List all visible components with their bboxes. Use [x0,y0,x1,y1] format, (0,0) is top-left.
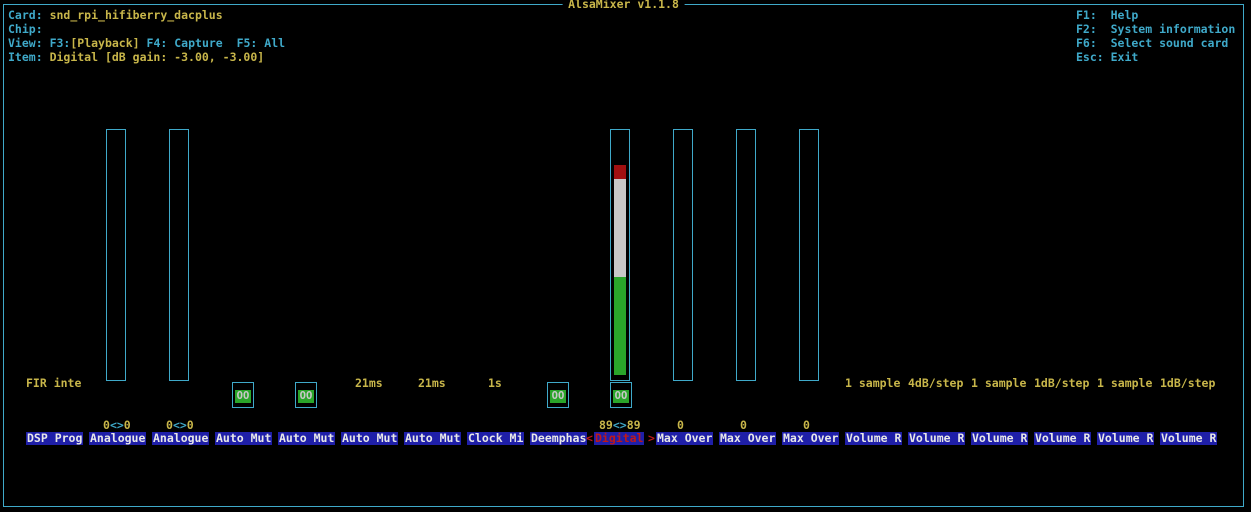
control-name-auto-mute-4[interactable]: Auto Mut [404,432,462,445]
auto-mute-switch-2-state: OO [298,390,314,403]
volume-ramp-value-4: 1dB/step [1034,376,1090,390]
view-capture-tab[interactable]: Capture [174,36,222,50]
analogue-level-1: 0<>0 [103,418,131,432]
view-f4-key: F4: [146,36,168,50]
item-value: Digital [dB gain: -3.00, -3.00] [49,50,265,64]
view-all-tab[interactable]: All [264,36,285,50]
digital-volume-bar[interactable] [610,129,630,381]
deemphasis-switch-state: OO [550,390,566,403]
view-f3-key: F3: [49,36,71,50]
control-name-volume-ramp-1[interactable]: Volume R [845,432,903,445]
chip-key: Chip: [8,22,43,36]
control-name-auto-mute-3[interactable]: Auto Mut [341,432,399,445]
volume-ramp-value-5: 1 sample [1097,376,1153,390]
max-overclock-level-3: 0 [803,418,810,432]
auto-mute-time-1: 21ms [355,376,383,390]
analogue-level-2-left: 0 [166,418,173,432]
help-esc[interactable]: Esc: Exit [1076,50,1138,64]
digital-switch[interactable]: OO [610,382,632,408]
analogue-level-2-right: 0 [186,418,194,432]
volume-ramp-value-2: 4dB/step [908,376,964,390]
auto-mute-time-2: 21ms [418,376,446,390]
analogue-volume-bar-1[interactable] [106,129,126,381]
volume-ramp-value-1: 1 sample [845,376,901,390]
item-key: Item: [8,50,43,64]
digital-bar-low [614,277,626,375]
auto-mute-switch-1[interactable]: OO [232,382,254,408]
control-name-volume-ramp-2[interactable]: Volume R [908,432,966,445]
help-f2[interactable]: F2: System information [1076,22,1235,36]
digital-level-right: 89 [626,418,641,432]
card-key: Card: [8,8,43,22]
control-name-auto-mute-2[interactable]: Auto Mut [278,432,336,445]
control-name-digital[interactable]: Digital [594,432,645,445]
control-name-auto-mute-1[interactable]: Auto Mut [215,432,273,445]
volume-ramp-value-6: 1dB/step [1160,376,1216,390]
control-name-dsp-prog[interactable]: DSP Prog [26,432,84,445]
control-name-analogue-2[interactable]: Analogue [152,432,210,445]
card-value: snd_rpi_hifiberry_dacplus [49,8,223,22]
clock-missing-value: 1s [488,376,502,390]
card-info-panel: Card: snd_rpi_hifiberry_dacplus Chip: Vi… [8,8,285,64]
control-name-volume-ramp-4[interactable]: Volume R [1034,432,1092,445]
max-overclock-bar-1[interactable] [673,129,693,381]
max-overclock-bar-2[interactable] [736,129,756,381]
help-panel: F1: Help F2: System information F6: Sele… [1076,8,1235,64]
dsp-prog-value: FIR inte [26,376,82,390]
control-name-max-overclock-2[interactable]: Max Over [719,432,777,445]
max-overclock-level-1: 0 [677,418,684,432]
help-f1[interactable]: F1: Help [1076,8,1138,22]
control-name-analogue-1[interactable]: Analogue [89,432,147,445]
max-overclock-level-2: 0 [740,418,747,432]
help-f6[interactable]: F6: Select sound card [1076,36,1228,50]
view-playback-tab[interactable]: [Playback] [70,36,139,50]
control-name-volume-ramp-3[interactable]: Volume R [971,432,1029,445]
app-title: AlsaMixer v1.1.8 [562,0,685,11]
analogue-level-1-right: 0 [123,418,131,432]
control-name-max-overclock-3[interactable]: Max Over [782,432,840,445]
digital-switch-state: OO [613,390,629,403]
digital-bar-peak [614,165,626,179]
control-name-volume-ramp-6[interactable]: Volume R [1160,432,1218,445]
view-key: View: [8,36,43,50]
control-name-volume-ramp-5[interactable]: Volume R [1097,432,1155,445]
auto-mute-switch-1-state: OO [235,390,251,403]
analogue-level-2: 0<>0 [166,418,194,432]
digital-level: 89<>89 [599,418,641,432]
analogue-volume-bar-2[interactable] [169,129,189,381]
view-f5-key: F5: [236,36,258,50]
volume-ramp-value-3: 1 sample [971,376,1027,390]
selection-right-marker: > [648,431,655,445]
selection-left-marker: < [586,431,593,445]
digital-level-left: 89 [599,418,613,432]
auto-mute-switch-2[interactable]: OO [295,382,317,408]
deemphasis-switch[interactable]: OO [547,382,569,408]
control-name-max-overclock-1[interactable]: Max Over [656,432,714,445]
max-overclock-bar-3[interactable] [799,129,819,381]
analogue-level-1-left: 0 [103,418,110,432]
digital-bar-mid [614,179,626,277]
control-name-deemphasis[interactable]: Deemphas [530,432,588,445]
control-name-clock-missing[interactable]: Clock Mi [467,432,525,445]
